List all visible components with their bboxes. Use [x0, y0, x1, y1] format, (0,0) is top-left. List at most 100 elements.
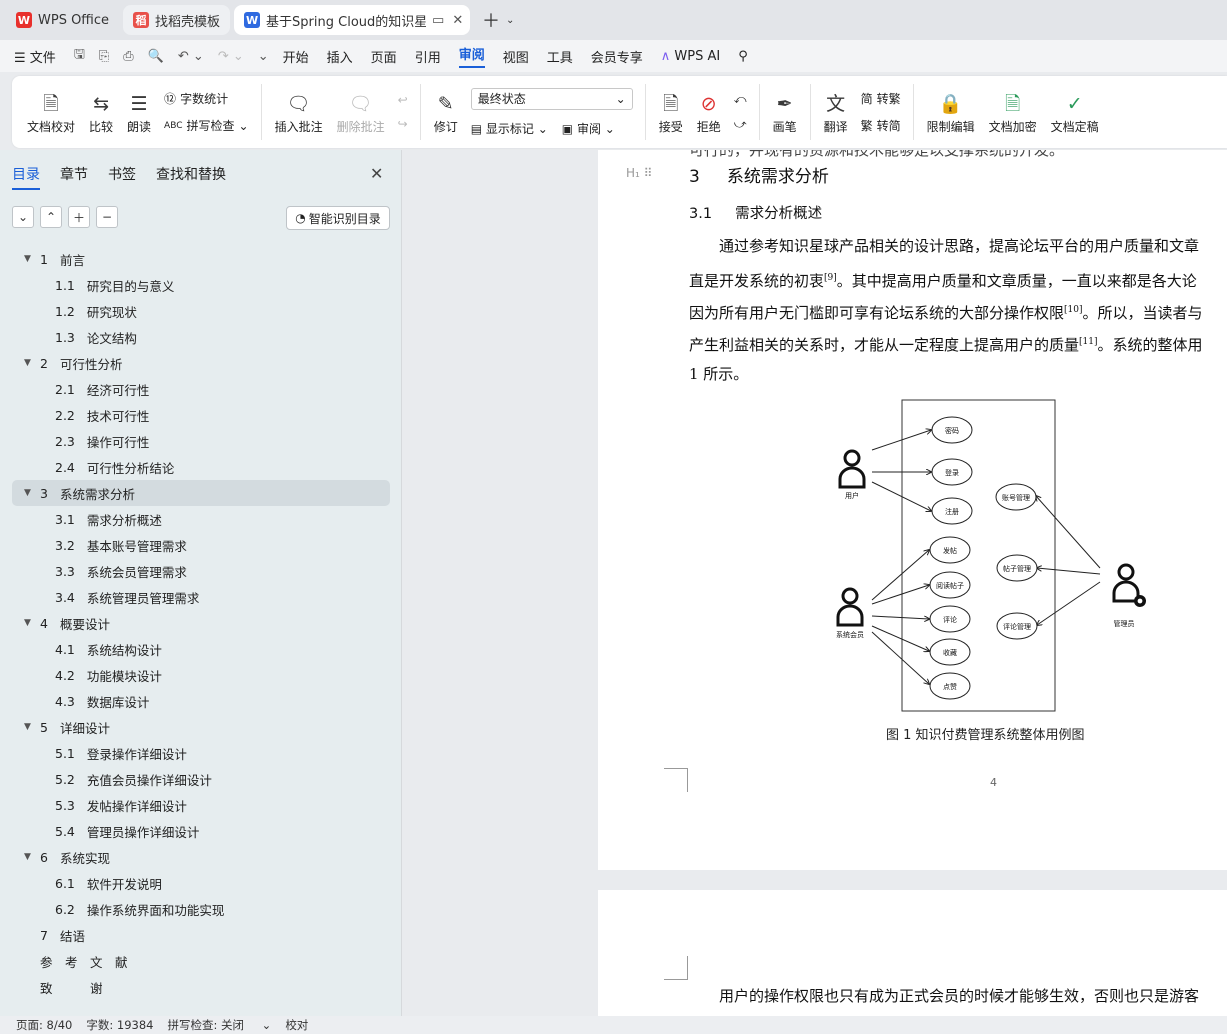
toc-item[interactable]: 3.3 系统会员管理需求 [12, 558, 390, 584]
toc-item[interactable]: 1.3 论文结构 [12, 324, 390, 350]
toc-item[interactable]: 3.4 系统管理员管理需求 [12, 584, 390, 610]
toc-item[interactable]: 5.3 发帖操作详细设计 [12, 792, 390, 818]
markup-status-select[interactable]: 最终状态 ⌄ [470, 87, 633, 110]
wps-ai-button[interactable]: ∧ WPS AI [661, 49, 720, 64]
toc-item[interactable]: 1.2 研究现状 [12, 298, 390, 324]
citation[interactable]: [11] [1079, 337, 1097, 347]
accept-button[interactable]: 🗎 接受 [659, 90, 683, 135]
tab-sections[interactable]: 章节 [60, 164, 88, 190]
translate-button[interactable]: 文翻译 [824, 90, 848, 135]
menu-references[interactable]: 引用 [415, 47, 441, 66]
toc-item[interactable]: 7 结语 [12, 922, 390, 948]
collapse-icon[interactable]: ⌃ [40, 206, 62, 228]
to-simplified-button[interactable]: 繁转简 [861, 117, 901, 134]
tab-document[interactable]: W 基于Spring Cloud的知识星球 ▭ ✕ [234, 5, 471, 35]
toc-item[interactable]: 参 考 文 献 [12, 948, 390, 974]
toc-item[interactable]: ▼ 5 详细设计 [12, 714, 390, 740]
prev-comment-icon[interactable]: ↩ [398, 93, 408, 107]
collapse-triangle-icon[interactable]: ▼ [24, 254, 34, 264]
toc-item[interactable]: 致 谢 [12, 974, 390, 1000]
collapse-triangle-icon[interactable]: ▼ [24, 722, 34, 732]
close-icon[interactable]: ✕ [370, 164, 383, 183]
toc-item[interactable]: 6.1 软件开发说明 [12, 870, 390, 896]
citation[interactable]: [10] [1064, 305, 1082, 315]
pen-button[interactable]: ✒ 画笔 [773, 90, 797, 135]
tab-find-replace[interactable]: 查找和替换 [156, 164, 226, 190]
collapse-triangle-icon[interactable]: ▼ [24, 618, 34, 628]
toc-item[interactable]: ▼ 4 概要设计 [12, 610, 390, 636]
read-aloud-button[interactable]: ☰ 朗读 [127, 90, 151, 135]
toc-item[interactable]: 3.1 需求分析概述 [12, 506, 390, 532]
heading-drag-handle[interactable]: H₁ ⠿ [626, 166, 652, 180]
toc-item[interactable]: 2.4 可行性分析结论 [12, 454, 390, 480]
word-count-indicator[interactable]: 字数: 19384 [86, 1017, 153, 1033]
tab-docer[interactable]: 稻 找稻壳模板 [123, 5, 231, 35]
menu-member[interactable]: 会员专享 [591, 47, 643, 66]
share-icon[interactable]: ⎘ [99, 49, 109, 64]
encrypt-button[interactable]: 🗎 文档加密 [989, 90, 1037, 135]
toc-item[interactable]: 1.1 研究目的与意义 [12, 272, 390, 298]
toc-item[interactable]: 6.2 操作系统界面和功能实现 [12, 896, 390, 922]
smart-toc-button[interactable]: ◔ 智能识别目录 [286, 206, 390, 230]
remove-icon[interactable]: − [96, 206, 118, 228]
proofread-indicator[interactable]: 校对 [285, 1017, 308, 1033]
toc-item[interactable]: 5.4 管理员操作详细设计 [12, 818, 390, 844]
restrict-edit-button[interactable]: 🔒 限制编辑 [927, 90, 975, 135]
toc-item[interactable]: ▼ 2 可行性分析 [12, 350, 390, 376]
toc-item[interactable]: 2.1 经济可行性 [12, 376, 390, 402]
use-case-diagram[interactable]: 密码登录 注册发帖 阅读帖子评论 收藏点赞 账号管理帖子管理 评论管理 用户系统… [828, 398, 1168, 716]
menu-review[interactable]: 审阅 [458, 44, 485, 68]
next-change-icon[interactable]: ⤻ [734, 117, 747, 132]
chevron-down-icon[interactable]: ⌄ [506, 15, 514, 26]
spell-check-button[interactable]: ABC 拼写检查 ⌄ [164, 117, 249, 134]
prev-change-icon[interactable]: ⤺ [734, 92, 747, 107]
finalize-button[interactable]: ✓ 文档定稿 [1051, 90, 1099, 135]
tab-toc[interactable]: 目录 [12, 164, 40, 190]
menu-insert[interactable]: 插入 [327, 47, 353, 66]
show-marks-button[interactable]: ▤ 显示标记 ⌄ [471, 120, 548, 137]
close-icon[interactable]: ✕ [452, 13, 463, 28]
collapse-triangle-icon[interactable]: ▼ [24, 358, 34, 368]
page-indicator[interactable]: 页面: 8/40 [16, 1017, 72, 1033]
toc-item[interactable]: 2.2 技术可行性 [12, 402, 390, 428]
word-count-button[interactable]: ⑫ 字数统计 [164, 90, 249, 107]
new-tab-icon[interactable]: ＋ [482, 7, 500, 33]
toc-item[interactable]: 5.2 充值会员操作详细设计 [12, 766, 390, 792]
menu-file[interactable]: ☰ 文件 [14, 47, 56, 66]
toc-item[interactable]: 3.2 基本账号管理需求 [12, 532, 390, 558]
menu-page[interactable]: 页面 [371, 47, 397, 66]
compare-button[interactable]: ⇆ 比较 [89, 90, 113, 135]
toc-item[interactable]: ▼ 1 前言 [12, 246, 390, 272]
add-icon[interactable]: ＋ [68, 206, 90, 228]
delete-comment-button[interactable]: 🗨 删除批注 [337, 90, 385, 135]
toc-item[interactable]: 4.3 数据库设计 [12, 688, 390, 714]
menu-tools[interactable]: 工具 [547, 47, 573, 66]
expand-icon[interactable]: ⌄ [12, 206, 34, 228]
print-icon[interactable]: ⎙ [123, 49, 133, 64]
menu-view[interactable]: 视图 [503, 47, 529, 66]
next-comment-icon[interactable]: ↪ [398, 117, 408, 131]
toc-item[interactable]: 5.1 登录操作详细设计 [12, 740, 390, 766]
track-changes-button[interactable]: ✎ 修订 [434, 90, 458, 135]
to-traditional-button[interactable]: 简转繁 [861, 90, 901, 107]
preview-icon[interactable]: 🔍 [148, 49, 164, 64]
review-pane-button[interactable]: ▣ 审阅 ⌄ [562, 120, 615, 137]
toc-item[interactable]: 4.2 功能模块设计 [12, 662, 390, 688]
collapse-triangle-icon[interactable]: ▼ [24, 488, 34, 498]
doc-check-button[interactable]: 🗎 文档校对 [27, 90, 75, 135]
toc-item[interactable]: 2.3 操作可行性 [12, 428, 390, 454]
more-icon[interactable]: ⌄ [258, 49, 269, 64]
spell-check-indicator[interactable]: 拼写检查: 关闭 ⌄ [167, 1017, 271, 1033]
tab-bookmarks[interactable]: 书签 [108, 164, 136, 190]
toc-item[interactable]: 4.1 系统结构设计 [12, 636, 390, 662]
tab-wps-office[interactable]: W WPS Office [6, 5, 119, 35]
save-icon[interactable]: 🖫 [74, 45, 85, 67]
undo-icon[interactable]: ↶ ⌄ [178, 49, 204, 64]
toc-item[interactable]: ▼ 3 系统需求分析 [12, 480, 390, 506]
toc-item[interactable]: ▼ 6 系统实现 [12, 844, 390, 870]
window-icon[interactable]: ▭ [432, 13, 444, 28]
collapse-triangle-icon[interactable]: ▼ [24, 852, 34, 862]
redo-icon[interactable]: ↷ ⌄ [218, 49, 244, 64]
citation[interactable]: [9] [824, 273, 837, 283]
insert-comment-button[interactable]: 🗨 插入批注 [275, 90, 323, 135]
